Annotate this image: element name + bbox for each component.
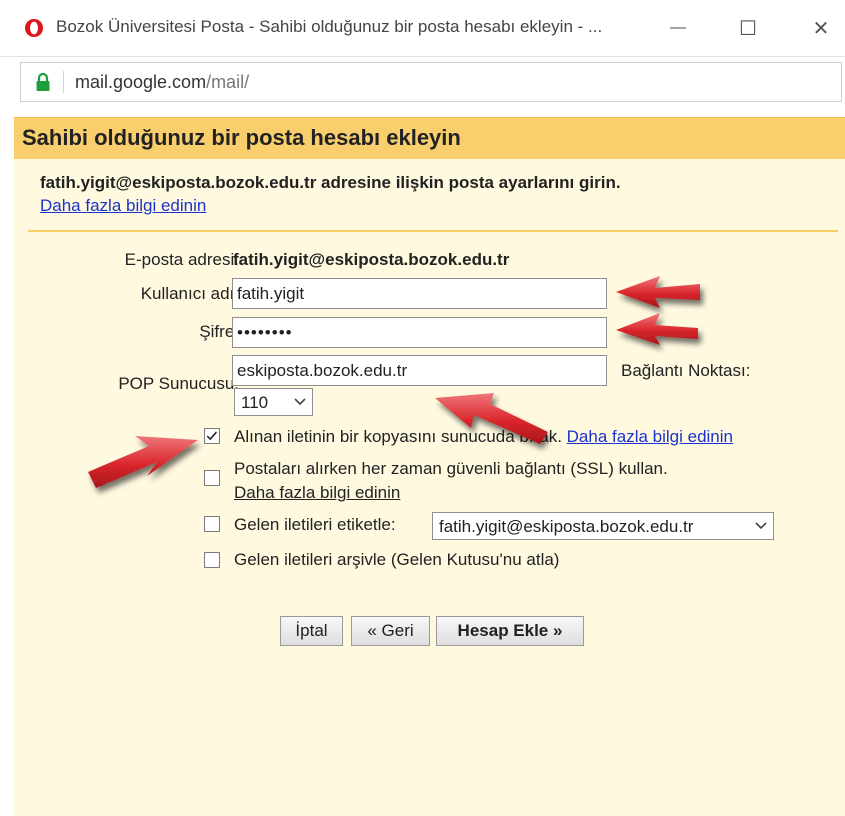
window-titlebar: Bozok Üniversitesi Posta - Sahibi olduğu… xyxy=(0,0,845,57)
label-incoming-text: Gelen iletileri etiketle: xyxy=(234,515,396,534)
intro-text: fatih.yigit@eskiposta.bozok.edu.tr adres… xyxy=(40,173,621,192)
leave-copy-label: Alınan iletinin bir kopyasını sunucuda b… xyxy=(234,427,562,446)
leave-copy-text: Alınan iletinin bir kopyasını sunucuda b… xyxy=(234,427,733,447)
minimize-button[interactable]: — xyxy=(660,10,696,46)
pop-server-label: POP Sunucusu: xyxy=(118,374,239,393)
ssl-checkbox[interactable] xyxy=(204,470,220,486)
close-icon: ✕ xyxy=(812,17,830,40)
section-divider xyxy=(28,230,838,232)
opera-logo-icon xyxy=(25,19,43,37)
password-input[interactable] xyxy=(232,317,607,348)
port-select-value: 110 xyxy=(241,393,269,412)
add-account-button[interactable]: Hesap Ekle » xyxy=(436,616,584,646)
close-window-button[interactable]: ✕ xyxy=(803,10,839,46)
cancel-button[interactable]: İptal xyxy=(280,616,343,646)
maximize-icon: ☐ xyxy=(739,17,757,40)
leave-copy-learn-more-link[interactable]: Daha fazla bilgi edinin xyxy=(567,427,733,446)
chevron-down-icon xyxy=(755,522,767,530)
ssl-learn-more-link[interactable]: Daha fazla bilgi edinin xyxy=(234,483,400,503)
label-select[interactable]: fatih.yigit@eskiposta.bozok.edu.tr xyxy=(432,512,774,540)
username-label: Kullanıcı adı: xyxy=(140,284,239,303)
port-select[interactable]: 110 xyxy=(234,388,313,416)
port-label: Bağlantı Noktası: xyxy=(621,361,751,380)
ssl-label: Postaları alırken her zaman güvenli bağl… xyxy=(234,459,668,478)
dialog-header: Sahibi olduğunuz bir posta hesabı ekleyi… xyxy=(14,117,845,159)
address-separator xyxy=(63,71,64,93)
pop-server-input[interactable] xyxy=(232,355,607,386)
address-url[interactable]: mail.google.com/mail/ xyxy=(75,72,249,93)
chrome-gap xyxy=(0,103,845,117)
intro-learn-more-link[interactable]: Daha fazla bilgi edinin xyxy=(40,196,206,216)
email-label: E-posta adresi: xyxy=(124,250,239,269)
archive-text: Gelen iletileri arşivle (Gelen Kutusu'nu… xyxy=(234,550,560,569)
back-button[interactable]: « Geri xyxy=(351,616,430,646)
leave-copy-checkbox[interactable] xyxy=(204,428,220,444)
label-select-value: fatih.yigit@eskiposta.bozok.edu.tr xyxy=(439,517,694,536)
address-bar[interactable]: mail.google.com/mail/ xyxy=(20,62,842,102)
checkmark-icon xyxy=(206,431,217,441)
minimize-icon: — xyxy=(670,19,686,36)
email-value: fatih.yigit@eskiposta.bozok.edu.tr xyxy=(233,250,510,269)
lock-icon xyxy=(36,72,50,91)
url-domain: mail.google.com xyxy=(75,72,207,92)
dialog-title: Sahibi olduğunuz bir posta hesabı ekleyi… xyxy=(22,125,461,150)
dialog-content: fatih.yigit@eskiposta.bozok.edu.tr adres… xyxy=(14,159,845,816)
archive-checkbox[interactable] xyxy=(204,552,220,568)
username-input[interactable] xyxy=(232,278,607,309)
url-path: /mail/ xyxy=(206,72,250,92)
window-title: Bozok Üniversitesi Posta - Sahibi olduğu… xyxy=(56,17,603,36)
maximize-button[interactable]: ☐ xyxy=(730,10,766,46)
chevron-down-icon xyxy=(294,398,306,406)
label-incoming-checkbox[interactable] xyxy=(204,516,220,532)
